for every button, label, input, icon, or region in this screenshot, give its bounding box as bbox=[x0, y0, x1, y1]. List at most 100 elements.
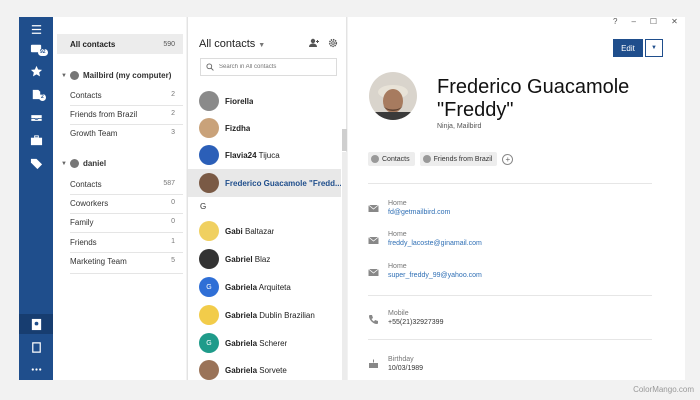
chevron-down-icon: ▼ bbox=[61, 72, 67, 79]
close-button[interactable]: ✕ bbox=[671, 17, 678, 26]
star-icon[interactable] bbox=[19, 61, 53, 81]
group-count: 0 bbox=[171, 218, 175, 225]
contact-row[interactable]: Flavia24 Tijuca bbox=[188, 141, 341, 169]
avatar bbox=[199, 221, 219, 241]
avatar: G bbox=[199, 333, 219, 353]
contact-row[interactable]: G Gabriela Scherer bbox=[188, 329, 341, 357]
window-controls: ? – ☐ ✕ bbox=[613, 17, 678, 26]
cake-icon bbox=[369, 359, 378, 368]
all-contacts-group[interactable]: All contacts 590 bbox=[57, 34, 183, 54]
group-item[interactable]: Marketing Team 5 bbox=[70, 257, 183, 266]
divider bbox=[70, 124, 183, 125]
notes-icon[interactable] bbox=[19, 337, 53, 357]
group-count: 5 bbox=[171, 257, 175, 264]
group-count: 3 bbox=[171, 129, 175, 136]
group-label: Coworkers bbox=[70, 199, 109, 208]
mail-icon bbox=[368, 268, 379, 276]
gear-icon[interactable] bbox=[328, 38, 338, 48]
divider bbox=[368, 339, 652, 340]
contacts-icon[interactable] bbox=[19, 314, 53, 334]
add-tag-button[interactable]: + bbox=[502, 153, 514, 165]
contact-row[interactable]: G Gabriela Arquiteta bbox=[188, 273, 341, 301]
contact-name: Gabriela Sorvete bbox=[225, 365, 287, 375]
contact-row[interactable]: Fiorella bbox=[188, 87, 341, 115]
contact-row[interactable]: Gabriel Blaz bbox=[188, 245, 341, 273]
watermark: ColorMango.com bbox=[633, 385, 694, 394]
avatar bbox=[199, 145, 219, 165]
contact-name: Flavia24 Tijuca bbox=[225, 150, 280, 160]
avatar bbox=[199, 360, 219, 380]
group-item[interactable]: Contacts 2 bbox=[70, 91, 183, 100]
maximize-button[interactable]: ☐ bbox=[650, 17, 657, 26]
tag-chip[interactable]: Friends from Brazil bbox=[419, 152, 498, 166]
menu-icon[interactable] bbox=[19, 19, 53, 39]
contact-name: Gabriela Scherer bbox=[225, 338, 288, 348]
nav-rail: 92 2 bbox=[19, 17, 53, 380]
tray-icon[interactable] bbox=[19, 107, 53, 127]
groups-panel: All contacts 590 ▼ Mailbird (my computer… bbox=[53, 17, 186, 380]
group-item[interactable]: Family 0 bbox=[70, 218, 183, 227]
footer-strip bbox=[0, 380, 700, 400]
chevron-down-icon: ▼ bbox=[258, 42, 266, 49]
avatar bbox=[199, 118, 219, 138]
divider bbox=[70, 273, 183, 274]
group-item[interactable]: Growth Team 3 bbox=[70, 129, 183, 138]
group-label: Family bbox=[70, 218, 94, 227]
email-label: Home bbox=[388, 231, 407, 238]
contacts-list-panel: All contacts▼ Fiorella Fizdha Flavia24 T… bbox=[187, 17, 347, 380]
section-letter: G bbox=[200, 202, 207, 211]
group-count: 2 bbox=[171, 110, 175, 117]
group-label: Contacts bbox=[70, 91, 102, 100]
account-daniel[interactable]: ▼ daniel bbox=[61, 159, 106, 168]
tag-list: Contacts Friends from Brazil + bbox=[368, 152, 514, 166]
scrollbar-track[interactable] bbox=[342, 152, 347, 380]
tag-label: Friends from Brazil bbox=[433, 155, 493, 163]
tag-icon[interactable] bbox=[19, 153, 53, 173]
group-count: 2 bbox=[171, 91, 175, 98]
search-input[interactable] bbox=[219, 64, 329, 70]
email-value[interactable]: super_freddy_99@yahoo.com bbox=[388, 272, 482, 279]
scrollbar-thumb[interactable] bbox=[342, 129, 347, 151]
contacts-list-title[interactable]: All contacts ▼ bbox=[199, 38, 265, 50]
edit-button[interactable]: Edit bbox=[613, 39, 643, 57]
group-item[interactable]: Friends from Brazil 2 bbox=[70, 110, 183, 119]
contact-row[interactable]: Gabriela Dublin Brazilian bbox=[188, 301, 341, 329]
contact-row-selected[interactable]: Frederico Guacamole "Fredd... bbox=[188, 169, 341, 197]
contact-row[interactable]: Fizdha bbox=[188, 114, 341, 142]
group-item[interactable]: Contacts 587 bbox=[70, 180, 183, 189]
divider bbox=[70, 232, 183, 233]
edit-dropdown-button[interactable]: ▼ bbox=[645, 39, 663, 57]
phone-label: Mobile bbox=[388, 310, 409, 317]
tag-label: Contacts bbox=[382, 155, 410, 163]
search-box[interactable] bbox=[200, 58, 337, 76]
help-button[interactable]: ? bbox=[613, 17, 617, 26]
group-label: Growth Team bbox=[70, 129, 118, 138]
email-label: Home bbox=[388, 200, 407, 207]
briefcase-icon[interactable] bbox=[19, 130, 53, 150]
contact-detail-panel: ? – ☐ ✕ Edit ▼ Frederico Guacamole "Fred… bbox=[348, 17, 685, 380]
all-contacts-count: 590 bbox=[163, 40, 175, 48]
tag-chip[interactable]: Contacts bbox=[368, 152, 415, 166]
divider bbox=[70, 252, 183, 253]
chevron-down-icon: ▼ bbox=[61, 160, 67, 167]
contact-name: Fizdha bbox=[225, 123, 251, 133]
divider bbox=[368, 295, 652, 296]
contact-row[interactable]: Gabi Baltazar bbox=[188, 217, 341, 245]
avatar bbox=[199, 173, 219, 193]
account-icon bbox=[69, 159, 79, 168]
inbox-icon[interactable]: 92 bbox=[19, 38, 53, 58]
email-label: Home bbox=[388, 263, 407, 270]
account-icon bbox=[69, 71, 79, 80]
account-mailbird[interactable]: ▼ Mailbird (my computer) bbox=[61, 71, 171, 80]
more-icon[interactable] bbox=[19, 359, 53, 379]
group-item[interactable]: Coworkers 0 bbox=[70, 199, 183, 208]
minimize-button[interactable]: – bbox=[631, 17, 635, 26]
add-contact-icon[interactable] bbox=[308, 38, 320, 48]
email-value[interactable]: freddy_lacoste@ginamail.com bbox=[388, 240, 482, 247]
drafts-icon[interactable]: 2 bbox=[19, 84, 53, 104]
account-name: daniel bbox=[82, 159, 107, 168]
group-item[interactable]: Friends 1 bbox=[70, 238, 183, 247]
email-value[interactable]: fd@getmailbird.com bbox=[388, 209, 450, 216]
divider bbox=[70, 194, 183, 195]
search-icon bbox=[206, 63, 214, 71]
